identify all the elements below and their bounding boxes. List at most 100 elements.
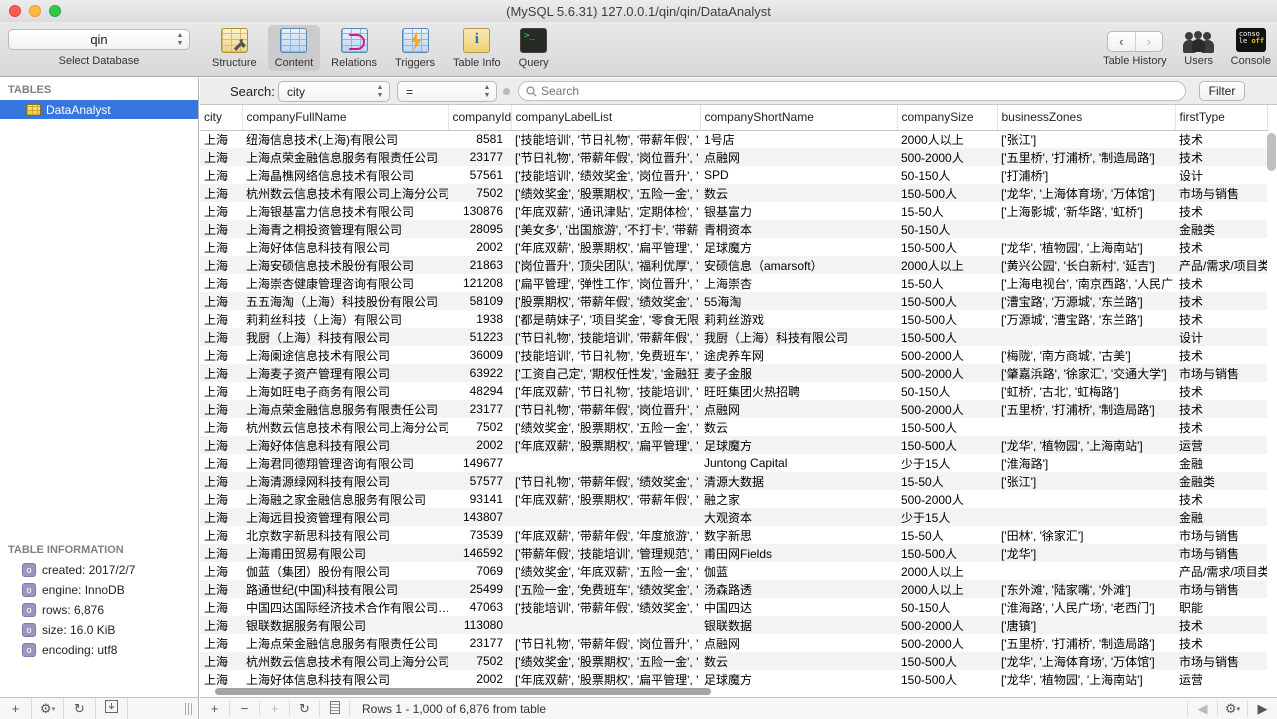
cell-firstType[interactable]: 技术 [1175, 490, 1267, 508]
cell-firstType[interactable]: 技术 [1175, 148, 1267, 166]
cell-companyLabelList[interactable]: ['技能培训', '节日礼物', '带薪年假', '… [511, 130, 700, 148]
history-back-button[interactable]: ‹ [1108, 32, 1135, 51]
pane-splitter-handle[interactable] [185, 702, 198, 715]
table-row[interactable]: 上海 我厨（上海）科技有限公司 51223 ['节日礼物', '技能培训', '带薪年… [200, 328, 1267, 346]
cell-companySize[interactable]: 15-50人 [897, 202, 997, 220]
cell-companyShortName[interactable]: 青桐资本 [700, 220, 897, 238]
cell-businessZones[interactable]: ['五里桥', '打浦桥', '制造局路'] [997, 400, 1175, 418]
cell-companyFullName[interactable]: 上海甫田贸易有限公司 [242, 544, 448, 562]
cell-businessZones[interactable]: ['上海影城', '新华路', '虹桥'] [997, 202, 1175, 220]
cell-firstType[interactable]: 金融 [1175, 508, 1267, 526]
cell-companyId[interactable]: 47063 [448, 598, 511, 616]
filter-operator-dropdown[interactable]: = ▲ ▼ [397, 81, 497, 102]
cell-businessZones[interactable] [997, 328, 1175, 346]
cell-businessZones[interactable]: ['龙华', '植物园', '上海南站'] [997, 670, 1175, 688]
cell-businessZones[interactable]: ['肇嘉浜路', '徐家汇', '交通大学'] [997, 364, 1175, 382]
cell-businessZones[interactable]: ['龙华', '上海体育场', '万体馆'] [997, 184, 1175, 202]
cell-companyFullName[interactable]: 上海晶樵网络信息技术有限公司 [242, 166, 448, 184]
cell-companyId[interactable]: 23177 [448, 400, 511, 418]
table-row[interactable]: 上海 上海远目投资管理有限公司 143807 大观资本 少于15人 金融 [200, 508, 1267, 526]
cell-companyFullName[interactable]: 北京数字新思科技有限公司 [242, 526, 448, 544]
cell-firstType[interactable]: 运营 [1175, 436, 1267, 454]
cell-city[interactable]: 上海 [200, 184, 242, 202]
cell-companyId[interactable]: 143807 [448, 508, 511, 526]
cell-companyId[interactable]: 130876 [448, 202, 511, 220]
cell-businessZones[interactable]: ['张江'] [997, 472, 1175, 490]
cell-city[interactable]: 上海 [200, 418, 242, 436]
cell-companyLabelList[interactable]: ['带薪年假', '技能培训', '管理规范', '… [511, 544, 700, 562]
cell-companyId[interactable]: 23177 [448, 148, 511, 166]
cell-city[interactable]: 上海 [200, 328, 242, 346]
horizontal-scrollbar[interactable] [215, 688, 711, 695]
cell-businessZones[interactable]: ['梅陇', '南方商城', '古美'] [997, 346, 1175, 364]
cell-firstType[interactable]: 技术 [1175, 400, 1267, 418]
cell-companyId[interactable]: 73539 [448, 526, 511, 544]
cell-companyId[interactable]: 57561 [448, 166, 511, 184]
cell-companyShortName[interactable]: 足球魔方 [700, 238, 897, 256]
cell-city[interactable]: 上海 [200, 310, 242, 328]
table-row[interactable]: 上海 上海麦子资产管理有限公司 63922 ['工资自己定', '期权任性发', '金… [200, 364, 1267, 382]
cell-companyFullName[interactable]: 纽海信息技术(上海)有限公司 [242, 130, 448, 148]
table-row[interactable]: 上海 上海好体信息科技有限公司 2002 ['年底双薪', '股票期权', '扁平管理… [200, 436, 1267, 454]
cell-businessZones[interactable]: ['黄兴公园', '长白新村', '延吉'] [997, 256, 1175, 274]
cell-companyShortName[interactable]: 上海崇杏 [700, 274, 897, 292]
cell-companyId[interactable]: 57577 [448, 472, 511, 490]
cell-companySize[interactable]: 500-2000人 [897, 346, 997, 364]
cell-companyShortName[interactable]: 途虎养车网 [700, 346, 897, 364]
cell-companyFullName[interactable]: 路通世纪(中国)科技有限公司 [242, 580, 448, 598]
cell-companyFullName[interactable]: 银联数据服务有限公司 [242, 616, 448, 634]
cell-city[interactable]: 上海 [200, 400, 242, 418]
cell-companySize[interactable]: 150-500人 [897, 238, 997, 256]
cell-city[interactable]: 上海 [200, 616, 242, 634]
cell-companySize[interactable]: 50-150人 [897, 598, 997, 616]
cell-firstType[interactable]: 职能 [1175, 598, 1267, 616]
cell-businessZones[interactable]: ['五里桥', '打浦桥', '制造局路'] [997, 148, 1175, 166]
cell-companyShortName[interactable]: 数云 [700, 418, 897, 436]
cell-companySize[interactable]: 500-2000人 [897, 400, 997, 418]
cell-companyLabelList[interactable]: ['年底双薪', '股票期权', '扁平管理', '… [511, 436, 700, 454]
cell-companySize[interactable]: 2000人以上 [897, 562, 997, 580]
table-row[interactable]: 上海 上海青之桐投资管理有限公司 28095 ['美女多', '出国旅游', '不打卡… [200, 220, 1267, 238]
cell-companyLabelList[interactable] [511, 454, 700, 472]
cell-companyFullName[interactable]: 上海好体信息科技有限公司 [242, 436, 448, 454]
cell-companyFullName[interactable]: 中国四达国际经济技术合作有限公司… [242, 598, 448, 616]
table-row[interactable]: 上海 杭州数云信息技术有限公司上海分公司 7502 ['绩效奖金', '股票期权', … [200, 652, 1267, 670]
cell-companyId[interactable]: 7502 [448, 184, 511, 202]
pagination-gear-icon[interactable]: ⚙▾ [1217, 700, 1247, 717]
cell-companyLabelList[interactable]: ['节日礼物', '带薪年假', '岗位晋升', '… [511, 400, 700, 418]
cell-companyShortName[interactable]: 清源大数据 [700, 472, 897, 490]
column-header-firstType[interactable]: firstType [1175, 105, 1268, 131]
cell-companySize[interactable]: 15-50人 [897, 526, 997, 544]
cell-city[interactable]: 上海 [200, 634, 242, 652]
cell-companyFullName[interactable]: 上海好体信息科技有限公司 [242, 670, 448, 688]
search-input[interactable] [541, 84, 1185, 98]
cell-city[interactable]: 上海 [200, 220, 242, 238]
cell-companyLabelList[interactable]: ['年底双薪', '股票期权', '扁平管理', '… [511, 238, 700, 256]
cell-companyFullName[interactable]: 上海好体信息科技有限公司 [242, 238, 448, 256]
cell-companyShortName[interactable]: 融之家 [700, 490, 897, 508]
cell-companySize[interactable]: 50-150人 [897, 220, 997, 238]
cell-firstType[interactable]: 市场与销售 [1175, 184, 1267, 202]
table-row[interactable]: 上海 莉莉丝科技（上海）有限公司 1938 ['都是萌妹子', '项目奖金', '零食… [200, 310, 1267, 328]
cell-companyId[interactable]: 7502 [448, 418, 511, 436]
cell-companyShortName[interactable]: 伽蓝 [700, 562, 897, 580]
cell-companySize[interactable]: 少于15人 [897, 454, 997, 472]
cell-companyShortName[interactable]: 1号店 [700, 130, 897, 148]
cell-companyId[interactable]: 25499 [448, 580, 511, 598]
cell-companyId[interactable]: 36009 [448, 346, 511, 364]
cell-companyLabelList[interactable]: ['绩效奖金', '股票期权', '五险一金', '… [511, 418, 700, 436]
column-header-city[interactable]: city [200, 105, 243, 131]
cell-companyId[interactable]: 146592 [448, 544, 511, 562]
table-row[interactable]: 上海 北京数字新思科技有限公司 73539 ['年底双薪', '带薪年假', '年度旅… [200, 526, 1267, 544]
cell-firstType[interactable]: 运营 [1175, 670, 1267, 688]
cell-companyLabelList[interactable] [511, 616, 700, 634]
table-row[interactable]: 上海 上海晶樵网络信息技术有限公司 57561 ['技能培训', '绩效奖金', '岗… [200, 166, 1267, 184]
cell-companyShortName[interactable]: 莉莉丝游戏 [700, 310, 897, 328]
cell-companySize[interactable]: 500-2000人 [897, 364, 997, 382]
cell-firstType[interactable]: 金融类 [1175, 220, 1267, 238]
cell-businessZones[interactable]: ['淮海路', '人民广场', '老西门'] [997, 598, 1175, 616]
cell-companyFullName[interactable]: 杭州数云信息技术有限公司上海分公司 [242, 184, 448, 202]
cell-companyShortName[interactable]: 甫田网Fields [700, 544, 897, 562]
cell-businessZones[interactable]: ['打浦桥'] [997, 166, 1175, 184]
cell-companyId[interactable]: 7069 [448, 562, 511, 580]
